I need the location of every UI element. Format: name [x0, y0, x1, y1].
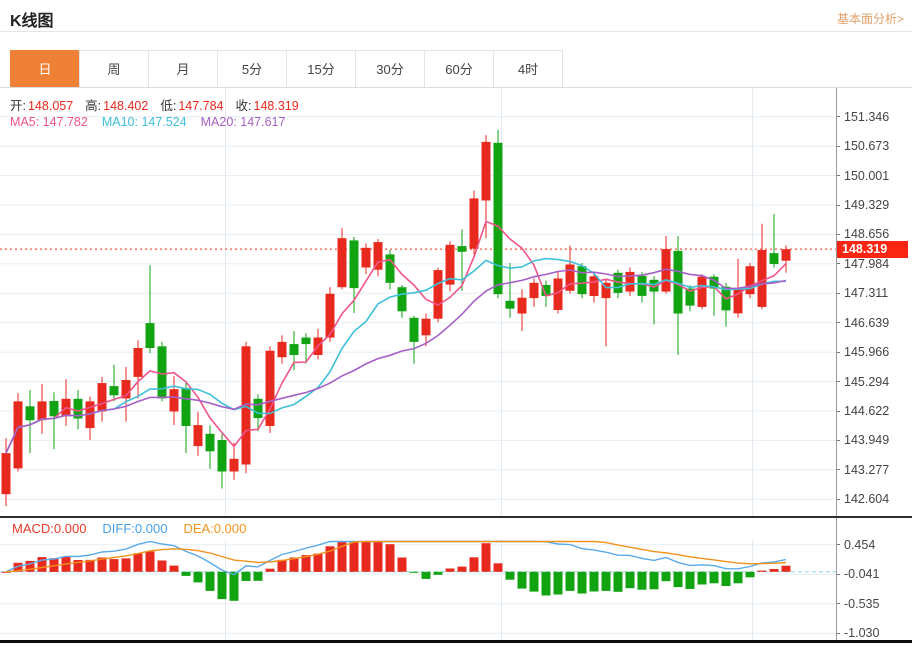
tab-min60[interactable]: 60分 — [424, 50, 494, 88]
ma-readout: MA5: 147.782 MA10: 147.524 MA20: 147.617 — [10, 115, 285, 129]
axis-line — [836, 88, 837, 642]
page-title: K线图 — [10, 13, 54, 30]
macd-axis-label: -0.535 — [836, 596, 879, 611]
kline-widget: K线图 基本面分析> 日周月 5分 15分 30分 60分 4时 开: 148.057 高: 1… — [0, 0, 912, 647]
ohlc-item: 开: 148.057 — [10, 99, 74, 113]
macd-chart[interactable] — [0, 540, 836, 640]
ohlc-item: 高: 148.402 — [85, 99, 149, 113]
price-axis-label: 143.277 — [836, 462, 889, 477]
current-price-badge: 148.319 — [837, 240, 908, 258]
macd-item: MACD:0.000 — [12, 521, 87, 536]
price-axis-label: 151.346 — [836, 109, 889, 124]
panel-divider — [0, 516, 912, 518]
ma-item: MA20: 147.617 — [200, 115, 286, 129]
candles-layer — [1, 129, 791, 506]
ohlc-readout: 开: 148.057 高: 148.402 低: 147.784 收: 148.319 — [10, 95, 299, 114]
macd-axis-label: 0.454 — [836, 537, 875, 552]
macd-readout: MACD:0.000 DIFF:0.000 DEA:0.000 — [12, 521, 246, 536]
price-axis-label: 143.949 — [836, 433, 889, 448]
macd-axis-label: -1.030 — [836, 626, 879, 641]
tab-month[interactable]: 月 — [148, 50, 218, 88]
ma20-line — [5, 268, 787, 454]
tab-min30[interactable]: 30分 — [355, 50, 425, 88]
candlestick-chart[interactable] — [0, 88, 836, 516]
price-axis-label: 147.984 — [836, 256, 889, 271]
ma-item: MA5: 147.782 — [10, 115, 88, 129]
widget-header: K线图 基本面分析> — [0, 0, 912, 32]
tab-week[interactable]: 周 — [79, 50, 149, 88]
ohlc-item: 低: 147.784 — [160, 99, 224, 113]
price-axis-label: 146.639 — [836, 315, 889, 330]
price-axis-label: 148.656 — [836, 227, 889, 242]
price-axis-label: 142.604 — [836, 492, 889, 507]
price-axis-label: 145.966 — [836, 345, 889, 360]
price-axis-label: 147.311 — [836, 286, 888, 301]
ma-item: MA10: 147.524 — [101, 115, 187, 129]
price-axis-label: 149.329 — [836, 198, 889, 213]
fundamental-analysis-link[interactable]: 基本面分析> — [837, 10, 904, 27]
price-axis-label: 150.001 — [836, 168, 889, 183]
tab-hour4[interactable]: 4时 — [493, 50, 563, 88]
ohlc-item: 收: 148.319 — [235, 99, 299, 113]
tab-min5[interactable]: 5分 — [217, 50, 287, 88]
period-tabbar: 日周月 5分 15分 30分 60分 4时 — [10, 50, 563, 88]
macd-item: DIFF:0.000 — [102, 521, 168, 536]
price-axis-label: 150.673 — [836, 139, 889, 154]
price-axis-label: 145.294 — [836, 374, 889, 389]
macd-axis-label: -0.041 — [836, 567, 879, 582]
tab-day[interactable]: 日 — [10, 50, 80, 88]
tab-min15[interactable]: 15分 — [286, 50, 356, 88]
bottom-border — [0, 640, 912, 643]
macd-item: DEA:0.000 — [183, 521, 247, 536]
price-axis-label: 144.622 — [836, 404, 889, 419]
